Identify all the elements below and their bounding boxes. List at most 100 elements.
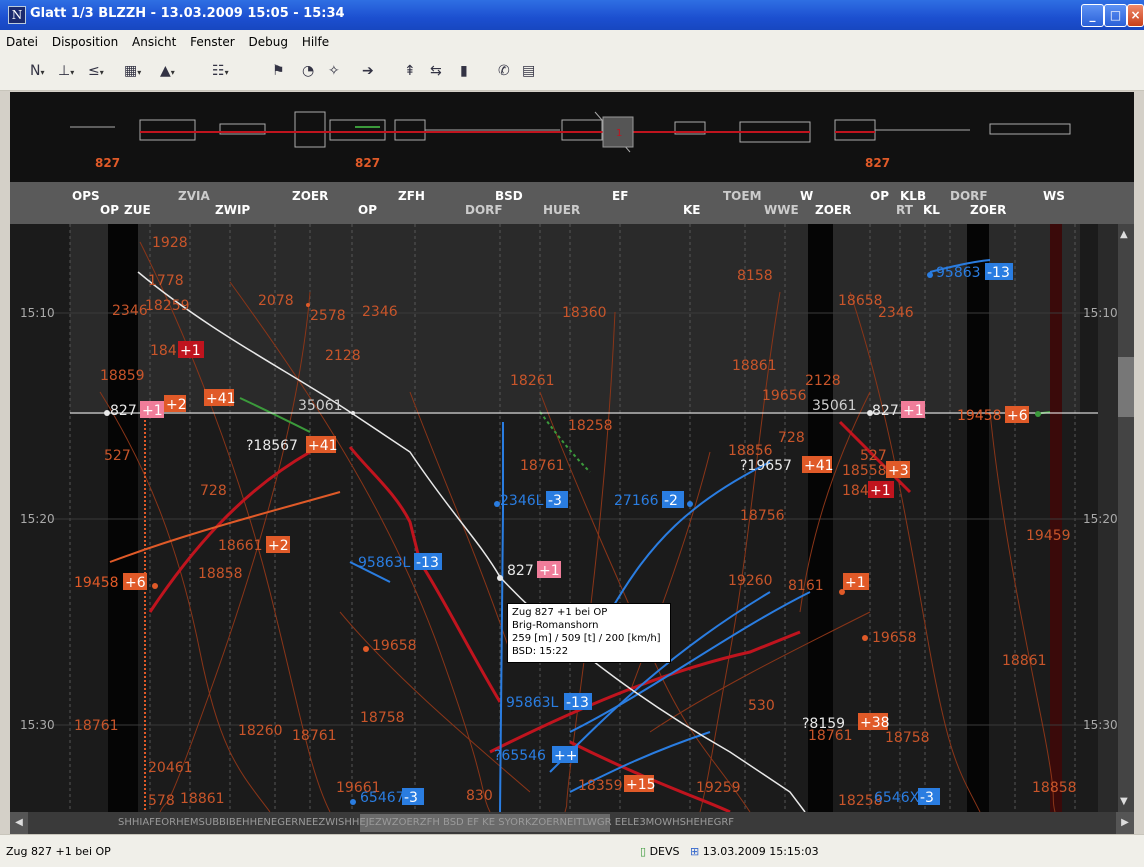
train-label[interactable]: 2078 xyxy=(258,293,294,309)
train-label[interactable]: 184 xyxy=(150,343,177,359)
menu-ansicht[interactable]: Ansicht xyxy=(126,30,180,49)
train-label[interactable]: 728 xyxy=(778,430,805,446)
train-label[interactable]: 18861 xyxy=(180,791,225,807)
train-label[interactable]: 2578 xyxy=(310,308,346,324)
train-label[interactable]: 18756 xyxy=(740,508,785,524)
train-label[interactable]: 18661 xyxy=(218,538,263,554)
train-label[interactable]: 2346 xyxy=(878,305,914,321)
vertical-scrollbar[interactable] xyxy=(1118,224,1134,812)
scroll-left-icon[interactable]: ◀ xyxy=(10,812,28,834)
train-label[interactable]: 18558 xyxy=(842,463,887,479)
train-label[interactable]: 527 xyxy=(860,448,887,464)
platform-tool-icon[interactable]: ▲▾ xyxy=(160,63,175,81)
clock-icon[interactable]: ◔ xyxy=(302,63,314,81)
train-label[interactable]: 19260 xyxy=(728,573,773,589)
train-label[interactable]: ?65546 xyxy=(494,748,546,764)
new-icon[interactable]: N▾ xyxy=(30,63,45,81)
train-label[interactable]: 18658 xyxy=(838,293,883,309)
train-label[interactable]: 2128 xyxy=(325,348,361,364)
train-label[interactable]: 19459 xyxy=(1026,528,1071,544)
exchange-icon[interactable]: ⇆ xyxy=(430,63,442,81)
vertical-scrollbar-thumb[interactable] xyxy=(1118,357,1134,417)
train-label[interactable]: ?8159 xyxy=(802,716,845,732)
menu-datei[interactable]: Datei xyxy=(0,30,42,49)
train-label[interactable]: 18758 xyxy=(360,710,405,726)
train-label[interactable]: 18259 xyxy=(145,298,190,314)
train-label[interactable]: 19658 xyxy=(872,630,917,646)
train-label[interactable]: 728 xyxy=(200,483,227,499)
train-label[interactable]: 18758 xyxy=(885,730,930,746)
walk-icon[interactable]: ✧ xyxy=(328,63,340,81)
train-label[interactable]: 827 xyxy=(872,403,899,419)
close-button[interactable]: × xyxy=(1127,4,1144,27)
maximize-button[interactable]: □ xyxy=(1104,4,1127,27)
train-label[interactable]: 18861 xyxy=(732,358,777,374)
train-label[interactable]: 8158 xyxy=(737,268,773,284)
train-label[interactable]: 35061 xyxy=(812,398,857,414)
train-label[interactable]: 8161 xyxy=(788,578,824,594)
train-label[interactable]: 527 xyxy=(104,448,131,464)
train-label[interactable]: 830 xyxy=(466,788,493,804)
train-label[interactable]: 1928 xyxy=(152,235,188,251)
train-label[interactable]: 18258 xyxy=(568,418,613,434)
flag-icon[interactable]: ⚑ xyxy=(272,63,285,81)
train-label[interactable]: 827 xyxy=(110,403,137,419)
train-label[interactable]: 2346 xyxy=(362,304,398,320)
upload-icon[interactable]: ⇞ xyxy=(404,63,416,81)
timetable-graph[interactable]: 1 827 827 827 OPS ZVIA ZOER ZFH BSD EF T… xyxy=(10,92,1134,812)
layout-icon[interactable]: ☷▾ xyxy=(212,63,229,81)
train-label[interactable]: ?19657 xyxy=(740,458,792,474)
train-label[interactable]: 530 xyxy=(748,698,775,714)
table-icon[interactable]: ▤ xyxy=(522,63,535,81)
train-label[interactable]: 65467 xyxy=(360,790,405,806)
train-label[interactable]: 19259 xyxy=(696,780,741,796)
train-label[interactable]: 18858 xyxy=(1032,780,1077,796)
delay-badge: +2 xyxy=(268,538,289,554)
train-label[interactable]: 1778 xyxy=(148,273,184,289)
scroll-down-icon[interactable]: ▼ xyxy=(1120,796,1128,807)
train-label[interactable]: 2346 xyxy=(112,303,148,319)
train-label[interactable]: 35061 xyxy=(298,398,343,414)
menu-fenster[interactable]: Fenster xyxy=(184,30,239,49)
train-label[interactable]: 95863L xyxy=(506,695,559,711)
train-label[interactable]: 19656 xyxy=(762,388,807,404)
menu-hilfe[interactable]: Hilfe xyxy=(296,30,333,49)
menu-debug[interactable]: Debug xyxy=(243,30,292,49)
train-label[interactable]: 827 xyxy=(507,563,534,579)
train-label[interactable]: 18761 xyxy=(292,728,337,744)
train-label[interactable]: 19458 xyxy=(957,408,1002,424)
menu-disposition[interactable]: Disposition xyxy=(46,30,122,49)
train-label[interactable]: 18861 xyxy=(1002,653,1047,669)
scroll-right-icon[interactable]: ▶ xyxy=(1116,812,1134,834)
phone-icon[interactable]: ✆ xyxy=(498,63,510,81)
minimize-button[interactable]: _ xyxy=(1081,4,1104,27)
train-label[interactable]: 19658 xyxy=(372,638,417,654)
scroll-up-icon[interactable]: ▲ xyxy=(1120,229,1128,240)
train-tool-icon[interactable]: ⊥▾ xyxy=(58,63,74,81)
train-label[interactable]: 18761 xyxy=(520,458,565,474)
signal-icon[interactable]: ▮ xyxy=(460,63,468,81)
train-label[interactable]: 95863L xyxy=(358,555,411,571)
arrow-right-icon[interactable]: ➔ xyxy=(362,63,374,81)
train-label[interactable]: 95863 xyxy=(936,265,981,281)
train-label[interactable]: 18359 xyxy=(578,778,623,794)
line-tool-icon[interactable]: ≤▾ xyxy=(88,63,104,81)
grid-tool-icon[interactable]: ▦▾ xyxy=(124,63,141,81)
train-label[interactable]: 184 xyxy=(842,483,869,499)
train-label[interactable]: 18859 xyxy=(100,368,145,384)
train-label[interactable]: 18260 xyxy=(238,723,283,739)
train-label[interactable]: 6546X xyxy=(874,790,920,806)
train-label[interactable]: 18856 xyxy=(728,443,773,459)
train-label[interactable]: 18261 xyxy=(510,373,555,389)
train-label[interactable]: 2128 xyxy=(805,373,841,389)
train-label[interactable]: 27166 xyxy=(614,493,659,509)
train-label[interactable]: 2346L xyxy=(500,493,544,509)
train-label[interactable]: 20461 xyxy=(148,760,193,776)
train-label[interactable]: 18360 xyxy=(562,305,607,321)
train-label[interactable]: ?18567 xyxy=(246,438,298,454)
train-label[interactable]: 578 xyxy=(148,793,175,809)
train-label[interactable]: 19458 xyxy=(74,575,119,591)
train-label[interactable]: 18858 xyxy=(198,566,243,582)
horizontal-scrollbar[interactable]: ◀ SHHIAFEORHEMSUBBIBEHHENEGERNEEZWISHHEJ… xyxy=(10,812,1134,834)
train-label[interactable]: 18761 xyxy=(74,718,119,734)
